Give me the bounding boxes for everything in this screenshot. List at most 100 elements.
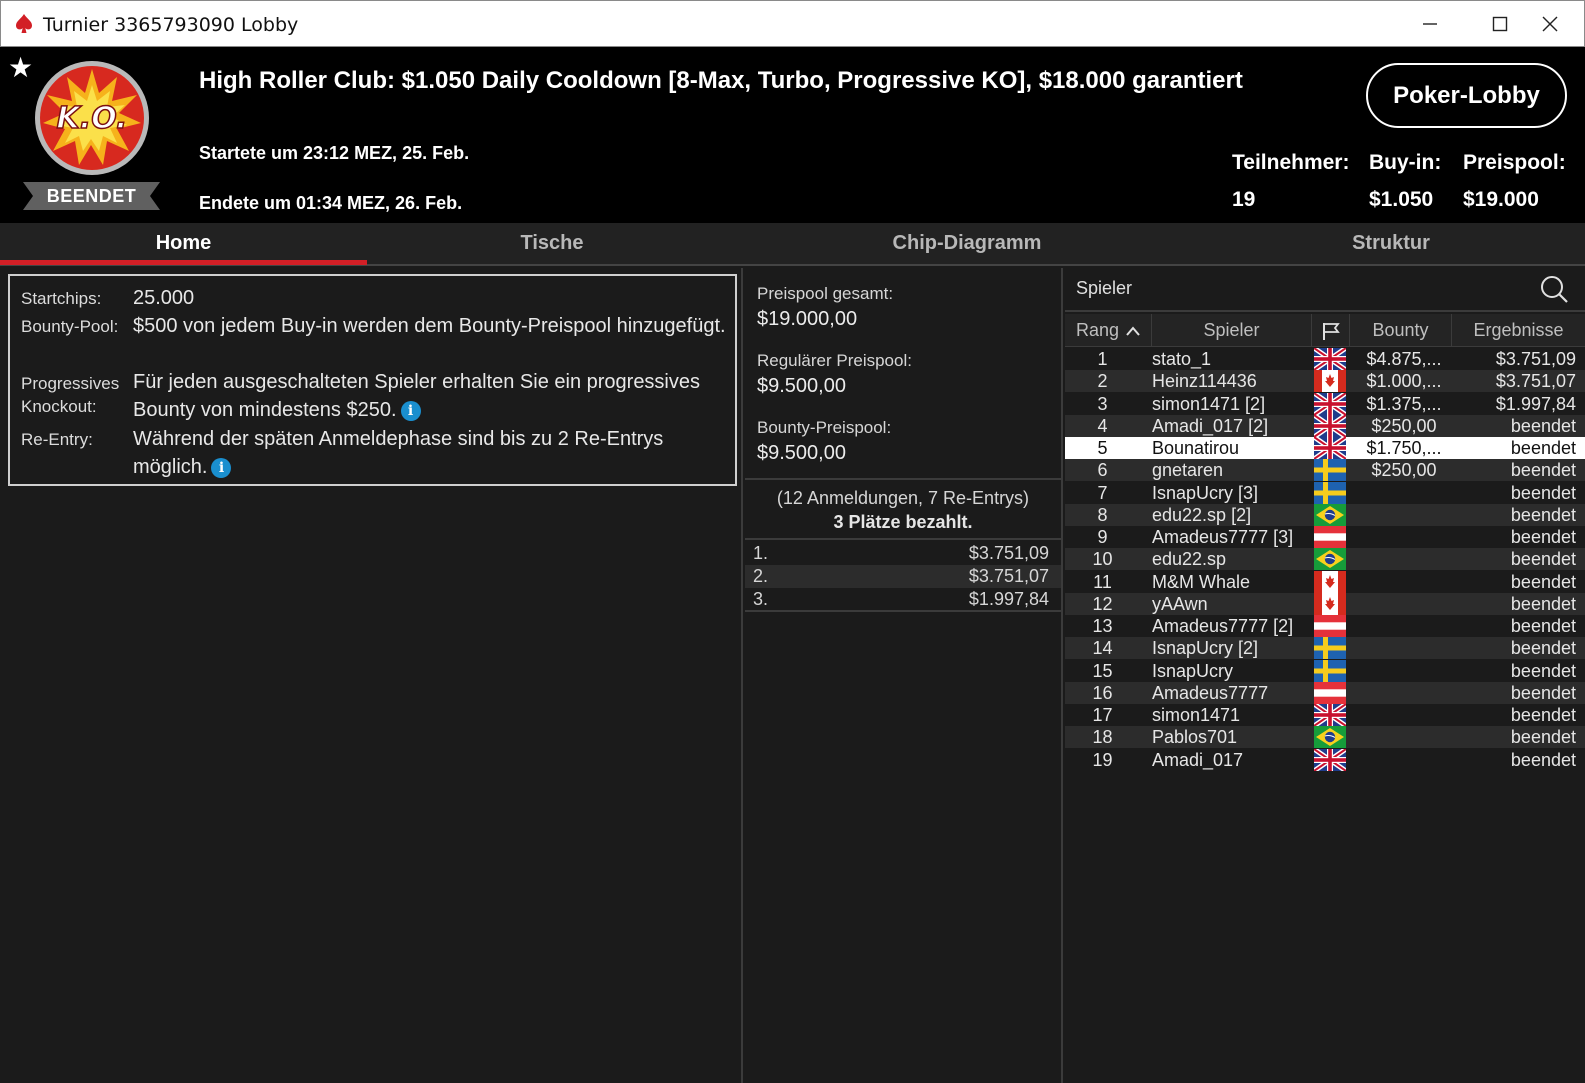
player-row[interactable]: 16 Amadeus7777 beendet	[1065, 681, 1585, 704]
player-name: IsnapUcry	[1152, 660, 1234, 681]
column-result-header[interactable]: Ergebnisse	[1452, 314, 1585, 347]
favorite-star-icon[interactable]: ★	[8, 54, 33, 82]
tab-bar: Home Tische Chip-Diagramm Struktur	[0, 223, 1585, 266]
startchips-value: 25.000	[133, 287, 195, 309]
player-result: beendet	[1510, 727, 1576, 748]
participants-label: Teilnehmer:	[1232, 151, 1350, 174]
player-result: beendet	[1510, 749, 1576, 770]
player-rank: 1	[1097, 349, 1108, 369]
prize-pool-panel: Preispool gesamt: $19.000,00 Regulärer P…	[745, 268, 1063, 1083]
flag-icon	[1322, 323, 1340, 341]
player-row[interactable]: 3 simon1471 [2] $1.375,... $1.997,84	[1065, 390, 1585, 417]
bounty-prizepool-label: Bounty-Preispool:	[757, 418, 892, 437]
reentry-label: Re-Entry:	[21, 430, 93, 449]
status-badge: BEENDET	[23, 182, 160, 210]
column-bounty-header[interactable]: Bounty	[1350, 314, 1452, 347]
player-row[interactable]: 14 IsnapUcry [2] beendet	[1065, 637, 1585, 660]
player-rank: 7	[1097, 482, 1108, 503]
player-rank: 5	[1097, 438, 1108, 458]
sweden-flag-icon	[1314, 481, 1346, 504]
payout-row: 2. $3.751,07	[745, 565, 1061, 588]
player-result: beendet	[1510, 504, 1576, 525]
info-icon[interactable]: i	[211, 457, 232, 478]
bounty-prizepool-value: $9.500,00	[757, 442, 846, 464]
divider	[745, 610, 1061, 612]
tab-tables[interactable]: Tische	[367, 223, 737, 264]
player-row[interactable]: 17 simon1471 beendet	[1065, 701, 1585, 729]
column-player-header[interactable]: Spieler	[1152, 314, 1312, 347]
knockout-logo-icon: K.O.	[35, 61, 149, 175]
player-name: Amadi_017 [2]	[1152, 415, 1269, 436]
uk-flag-icon	[1312, 701, 1348, 729]
tab-chip-chart[interactable]: Chip-Diagramm	[737, 223, 1197, 264]
tab-home[interactable]: Home	[0, 223, 367, 265]
player-name: edu22.sp	[1152, 549, 1227, 570]
pko-value: Für jeden ausgeschalteten Spieler erhalt…	[133, 368, 728, 424]
player-row[interactable]: 11 M&M Whale beendet	[1065, 570, 1585, 593]
sort-ascending-icon	[1126, 326, 1140, 336]
player-rank: 12	[1092, 593, 1113, 614]
player-row[interactable]: 6 gnetaren $250,00 beendet	[1065, 459, 1585, 482]
window-titlebar: Turnier 3365793090 Lobby	[0, 0, 1585, 47]
tab-structure[interactable]: Struktur	[1197, 223, 1585, 264]
buyin-value: $1.050	[1369, 188, 1434, 211]
player-row[interactable]: 12 yAAwn beendet	[1065, 592, 1585, 615]
search-icon[interactable]	[1539, 274, 1569, 304]
payout-amount: $3.751,07	[968, 566, 1049, 586]
player-row[interactable]: 4 Amadi_017 [2] $250,00 beendet	[1065, 412, 1585, 439]
entries-count: (12 Anmeldungen, 7 Re-Entrys)	[776, 488, 1030, 508]
player-row[interactable]: 1 stato_1 $4.875,... $3.751,09	[1065, 345, 1585, 373]
sweden-flag-icon	[1314, 659, 1346, 682]
player-name: Amadi_017	[1152, 749, 1244, 770]
player-name: Heinz114436	[1152, 371, 1257, 392]
player-row[interactable]: 5 Bounatirou $1.750,... beendet	[1065, 434, 1585, 462]
player-rank: 19	[1092, 749, 1113, 770]
buyin-label: Buy-in:	[1369, 151, 1442, 174]
pko-label-line2: Knockout:	[21, 397, 97, 416]
player-row[interactable]: 7 IsnapUcry [3] beendet	[1065, 481, 1585, 504]
player-name: Bounatirou	[1152, 438, 1240, 458]
player-result: beendet	[1510, 571, 1576, 592]
payout-amount: $3.751,09	[968, 543, 1049, 563]
player-result: beendet	[1510, 438, 1576, 458]
poker-lobby-button[interactable]: Poker-Lobby	[1366, 63, 1567, 128]
player-row[interactable]: 9 Amadeus7777 [3] beendet	[1065, 526, 1585, 548]
player-bounty: $1.000,...	[1366, 371, 1442, 392]
uk-flag-icon	[1312, 412, 1348, 439]
bounty-pool-value: $500 von jedem Buy-in werden dem Bounty-…	[133, 315, 726, 337]
player-row[interactable]: 2 Heinz114436 $1.000,... $3.751,07	[1065, 370, 1585, 393]
player-row[interactable]: 13 Amadeus7777 [2] beendet	[1065, 615, 1585, 637]
player-search-bar[interactable]: Spieler	[1065, 268, 1585, 312]
player-row[interactable]: 15 IsnapUcry beendet	[1065, 659, 1585, 682]
player-row[interactable]: 10 edu22.sp beendet	[1065, 548, 1585, 571]
player-row[interactable]: 18 Pablos701 beendet	[1065, 726, 1585, 749]
column-rank-header[interactable]: Rang	[1065, 314, 1152, 347]
player-name: simon1471	[1152, 705, 1241, 725]
column-flag-header[interactable]	[1312, 314, 1350, 347]
player-row[interactable]: 19 Amadi_017 beendet	[1065, 746, 1585, 773]
end-time: Endete um 01:34 MEZ, 26. Feb.	[199, 193, 463, 213]
minimize-button[interactable]	[1395, 1, 1465, 47]
status-label: BEENDET	[46, 186, 137, 206]
close-button[interactable]	[1515, 1, 1585, 47]
player-row[interactable]: 8 edu22.sp [2] beendet	[1065, 503, 1585, 526]
player-name: Amadeus7777 [2]	[1152, 616, 1294, 636]
player-result: beendet	[1510, 638, 1576, 659]
logo-text: K.O.	[57, 101, 128, 136]
info-icon[interactable]: i	[400, 400, 421, 421]
player-rank: 6	[1097, 460, 1108, 481]
total-prizepool-value: $19.000,00	[757, 308, 858, 330]
player-name: Amadeus7777 [3]	[1152, 527, 1294, 547]
info-box: Startchips: 25.000 Bounty-Pool: $500 von…	[8, 274, 737, 486]
player-result: beendet	[1510, 527, 1576, 547]
player-result: beendet	[1510, 549, 1576, 570]
regular-prizepool-value: $9.500,00	[757, 375, 846, 397]
player-name: gnetaren	[1152, 460, 1224, 481]
startchips-label: Startchips:	[21, 289, 102, 308]
pko-label-line1: Progressives	[21, 374, 120, 393]
payout-row: 1. $3.751,09	[745, 542, 1061, 565]
uk-flag-icon	[1312, 434, 1348, 462]
austria-flag-icon	[1314, 526, 1346, 548]
player-rank: 3	[1097, 393, 1108, 414]
window-title: Turnier 3365793090 Lobby	[43, 14, 299, 36]
